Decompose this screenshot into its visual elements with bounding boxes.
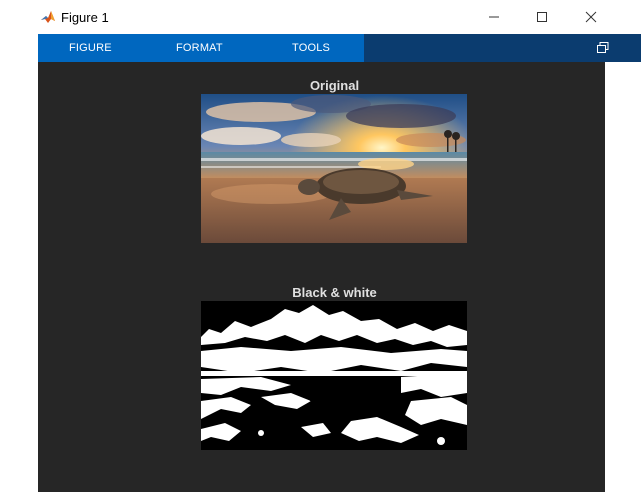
axes-title-original: Original [309, 78, 360, 93]
window-title: Figure 1 [61, 10, 109, 25]
original-image[interactable] [201, 94, 467, 243]
tab-format[interactable]: FORMAT [176, 34, 223, 62]
title-bar[interactable]: Figure 1 [0, 0, 641, 34]
minimize-button[interactable] [471, 0, 517, 34]
maximize-button[interactable] [519, 0, 565, 34]
maximize-icon [537, 12, 547, 22]
figure-window: Figure 1 FIGURE FORMAT TOOLS Original Bl… [0, 0, 641, 492]
close-button[interactable] [568, 0, 614, 34]
toolstrip: FIGURE FORMAT TOOLS [38, 34, 641, 62]
matlab-logo-icon [40, 9, 56, 25]
undock-icon[interactable] [597, 42, 609, 54]
tab-tools[interactable]: TOOLS [292, 34, 330, 62]
figure-canvas: Original Black & white [38, 62, 605, 492]
axes-title-bw: Black & white [292, 285, 377, 300]
close-icon [585, 11, 597, 23]
bw-image[interactable] [201, 301, 467, 450]
tab-figure[interactable]: FIGURE [69, 34, 112, 62]
binarized-photo [201, 301, 467, 450]
turtle-photo [201, 94, 467, 243]
minimize-icon [489, 16, 499, 18]
